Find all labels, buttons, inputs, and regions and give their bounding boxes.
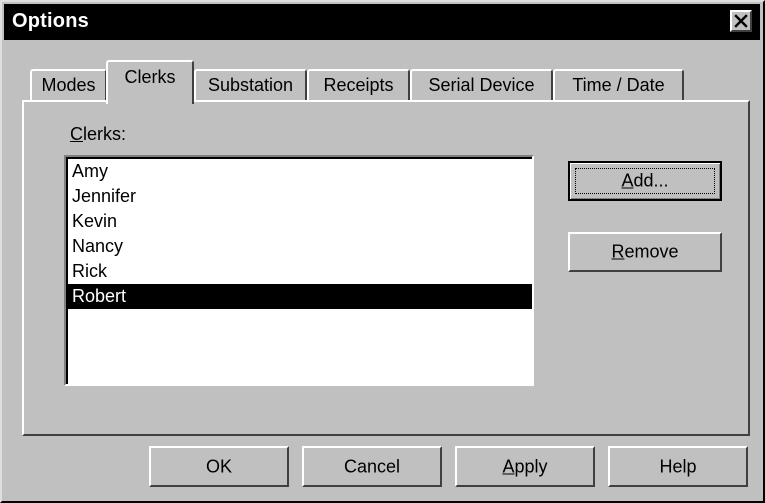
tab-clerks[interactable]: Clerks	[106, 60, 194, 104]
clerks-label-mnemonic: C	[70, 124, 83, 144]
window-title: Options	[12, 10, 89, 32]
tab-serial-device-label: Serial Device	[428, 75, 535, 95]
options-dialog: Options Modes Clerks Substation Receipts…	[0, 0, 765, 503]
cancel-button[interactable]: Cancel	[302, 446, 442, 487]
list-item[interactable]: Jennifer	[68, 184, 532, 209]
add-button-mnemonic: A	[621, 170, 634, 191]
list-item-selected[interactable]: Robert	[68, 284, 532, 309]
remove-button-mnemonic: R	[611, 241, 625, 262]
tab-clerks-label: Clerks	[124, 67, 176, 87]
tab-receipts[interactable]: Receipts	[307, 69, 410, 102]
tab-substation-label: Substation	[207, 75, 294, 95]
apply-button-mnemonic: A	[502, 456, 515, 476]
clerks-listbox[interactable]: Amy Jennifer Kevin Nancy Rick Robert	[64, 155, 534, 386]
apply-button-label: pply	[514, 456, 548, 476]
ok-button[interactable]: OK	[149, 446, 289, 487]
list-item[interactable]: Nancy	[68, 234, 532, 259]
add-button-label: dd...	[633, 170, 669, 191]
tab-time-date-label: Time / Date	[572, 75, 665, 95]
ok-button-label: OK	[205, 456, 232, 476]
tab-substation[interactable]: Substation	[194, 69, 307, 102]
cancel-button-label: Cancel	[343, 456, 401, 476]
clerks-label: Clerks:	[70, 124, 126, 145]
close-button[interactable]	[730, 10, 752, 32]
add-button[interactable]: Add...	[568, 161, 722, 201]
clerks-label-text: lerks:	[83, 124, 127, 144]
tab-receipts-label: Receipts	[323, 75, 394, 95]
help-button[interactable]: Help	[608, 446, 748, 487]
remove-button-label: emove	[624, 241, 679, 262]
apply-button[interactable]: Apply	[455, 446, 595, 487]
tab-time-date[interactable]: Time / Date	[553, 69, 684, 102]
tab-modes-label: Modes	[41, 75, 96, 95]
list-item[interactable]: Kevin	[68, 209, 532, 234]
list-item[interactable]: Rick	[68, 259, 532, 284]
tab-serial-device[interactable]: Serial Device	[410, 69, 553, 102]
list-item[interactable]: Amy	[68, 159, 532, 184]
title-bar[interactable]: Options	[4, 4, 760, 40]
tab-modes[interactable]: Modes	[30, 69, 107, 102]
close-icon	[734, 14, 748, 28]
remove-button[interactable]: Remove	[568, 232, 722, 272]
help-button-label: Help	[659, 456, 697, 476]
